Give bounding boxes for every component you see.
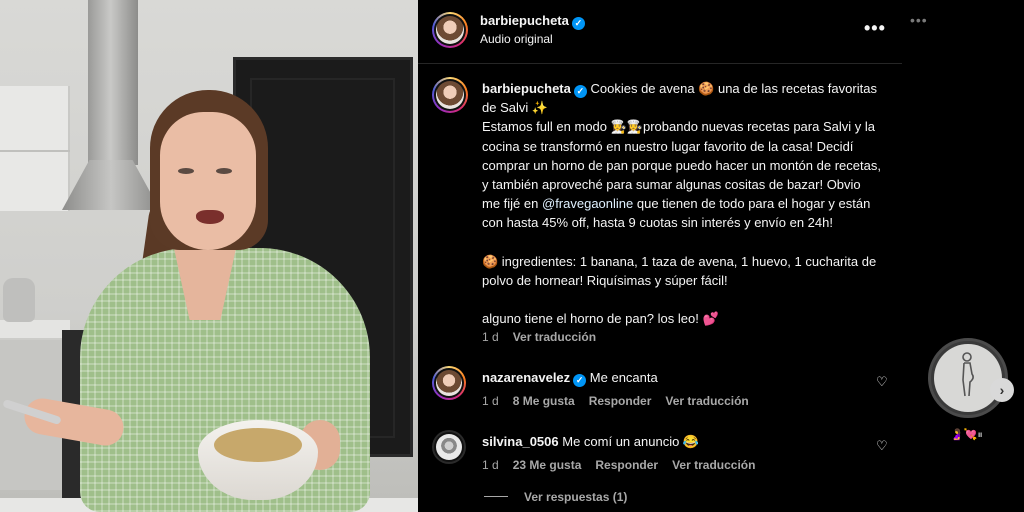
next-post-caption: 🤰💘⏸ <box>950 429 983 441</box>
cabinet-line <box>0 150 70 152</box>
right-eye <box>216 168 232 174</box>
reply-link[interactable]: Responder <box>595 458 658 472</box>
verified-badge-icon: ✓ <box>571 17 585 30</box>
comment-text: Me encanta <box>589 370 658 385</box>
heart-icon[interactable]: ♡ <box>876 375 888 388</box>
range-hood <box>62 160 160 210</box>
kitchen-counter <box>0 320 70 338</box>
translate-link[interactable]: Ver traducción <box>665 394 748 408</box>
view-replies-label: Ver respuestas (1) <box>524 490 628 504</box>
pregnant-figure-icon <box>962 352 974 397</box>
comment-2: silvina_0506 Me comí un anuncio 😂 <box>482 434 699 450</box>
caption-meta: 1 d Ver traducción <box>482 330 610 344</box>
left-eye <box>178 168 194 174</box>
verified-badge-icon: ✓ <box>573 85 587 98</box>
audio-label[interactable]: Audio original <box>480 32 553 46</box>
caption-translate-link[interactable]: Ver traducción <box>513 330 596 344</box>
bowl-content <box>214 428 302 462</box>
comment-likes[interactable]: 8 Me gusta <box>513 394 575 408</box>
comment-text: Me comí un anuncio 😂 <box>562 434 700 449</box>
post-panel: barbiepucheta ✓ Audio original ••• barbie… <box>418 0 902 512</box>
translate-link[interactable]: Ver traducción <box>672 458 755 472</box>
caption-question: alguno tiene el horno de pan? los leo! 💕 <box>482 311 719 327</box>
comment-time: 1 d <box>482 394 499 408</box>
post-header: barbiepucheta ✓ Audio original ••• <box>418 0 902 64</box>
verified-badge-icon: ✓ <box>573 374 587 387</box>
mention-link[interactable]: @fravegaonline <box>542 196 633 211</box>
more-icon[interactable]: ••• <box>910 12 928 28</box>
comment-username[interactable]: silvina_0506 <box>482 434 559 449</box>
comment-avatar[interactable] <box>432 430 466 464</box>
caption-avatar[interactable] <box>432 77 468 113</box>
comment-likes[interactable]: 23 Me gusta <box>513 458 582 472</box>
view-replies-button[interactable]: Ver respuestas (1) <box>484 490 627 504</box>
comment-1-meta: 1 d 8 Me gusta Responder Ver traducción <box>482 394 763 408</box>
caption-username[interactable]: barbiepucheta <box>482 81 571 96</box>
caption-ingredients: 🍪 ingredientes: 1 banana, 1 taza de aven… <box>482 253 877 288</box>
author-avatar[interactable] <box>432 12 468 48</box>
comment-2-meta: 1 d 23 Me gusta Responder Ver traducción <box>482 458 769 472</box>
comment-time: 1 d <box>482 458 499 472</box>
more-icon[interactable]: ••• <box>864 18 886 39</box>
mouth <box>196 210 224 224</box>
chevron-right-icon[interactable]: › <box>990 378 1014 402</box>
heart-icon[interactable]: ♡ <box>876 439 888 452</box>
video-player[interactable] <box>0 0 418 512</box>
comment-1: nazarenavelez ✓ Me encanta <box>482 370 658 387</box>
replies-divider <box>484 496 508 497</box>
caption-time: 1 d <box>482 330 499 344</box>
caption-body-end: que tienen de todo para el hogar y están… <box>482 196 871 231</box>
range-hood-pipe <box>88 0 138 165</box>
caption: barbiepucheta ✓ Cookies de avena 🍪 una de… <box>482 79 882 328</box>
header-username-row: barbiepucheta ✓ <box>480 12 585 30</box>
kettle <box>3 278 35 322</box>
face <box>160 112 256 250</box>
comment-avatar[interactable] <box>432 366 466 400</box>
comment-username[interactable]: nazarenavelez <box>482 370 570 385</box>
reply-link[interactable]: Responder <box>589 394 652 408</box>
header-username[interactable]: barbiepucheta <box>480 13 569 28</box>
kitchen-cabinet <box>0 86 70 211</box>
